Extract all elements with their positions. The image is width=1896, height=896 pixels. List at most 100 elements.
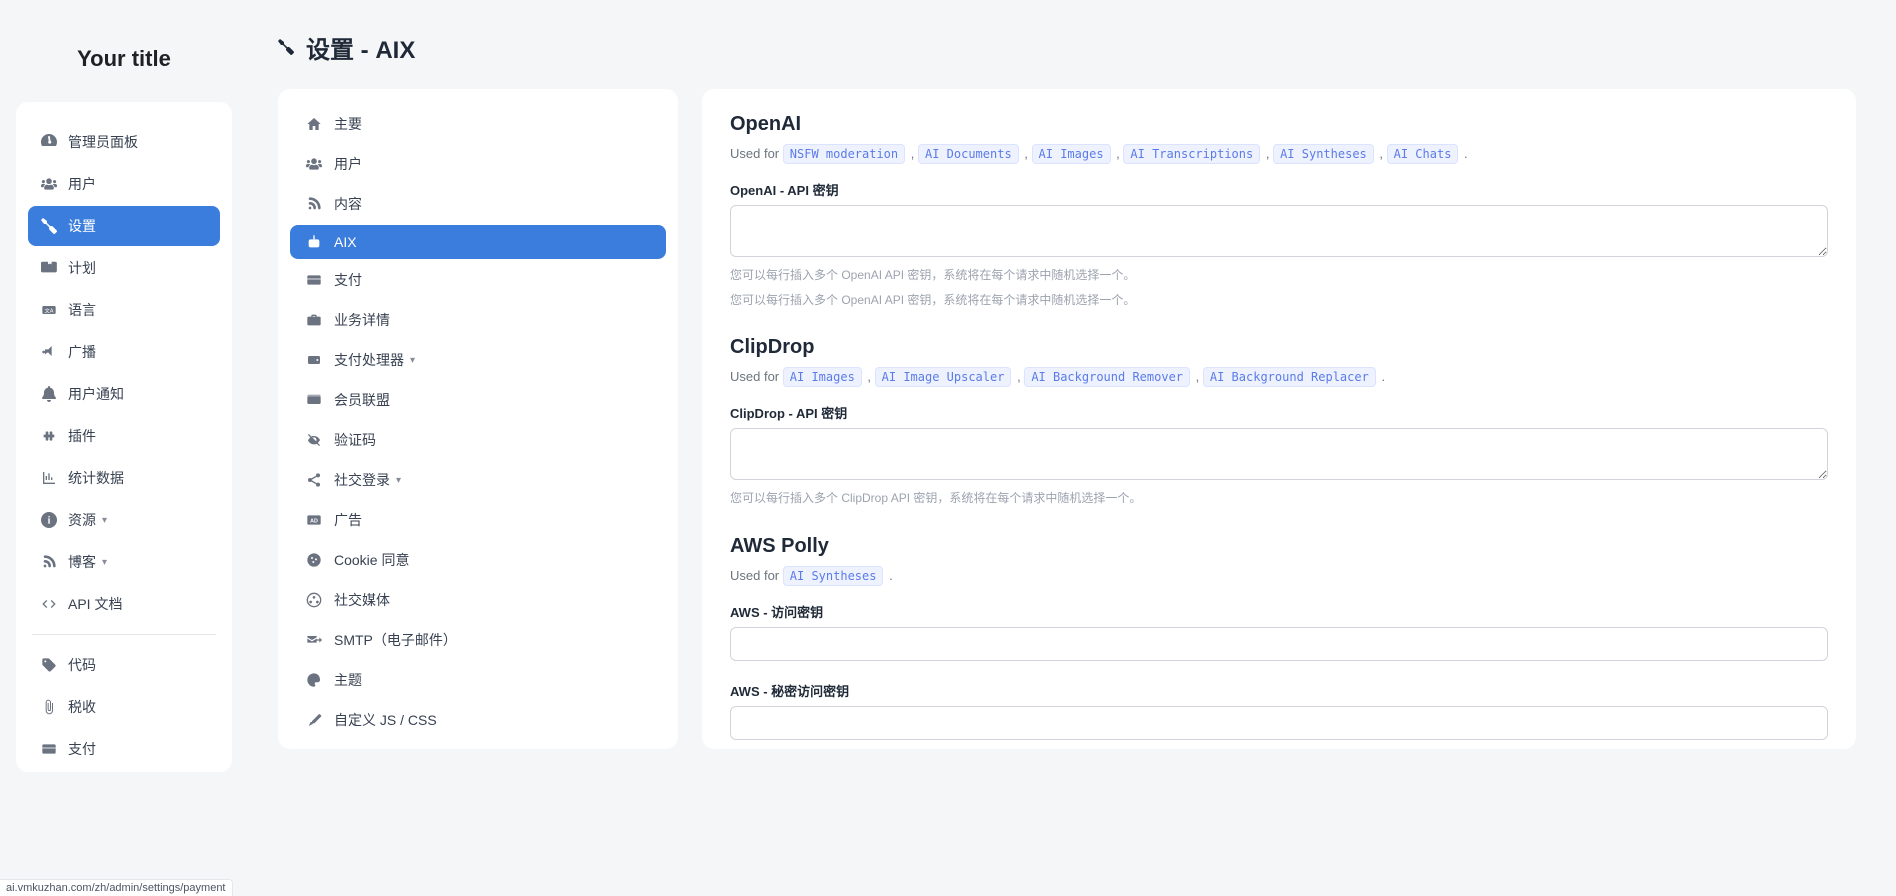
nav-label: SMTP（电子邮件） (334, 630, 457, 650)
feature-badge[interactable]: AI Documents (918, 144, 1019, 164)
sidebar-item-4[interactable]: 文A 语言 (28, 290, 220, 330)
feature-badge[interactable]: AI Image Upscaler (875, 367, 1012, 387)
plugin-icon (40, 428, 58, 444)
sidebar-item-0[interactable]: 管理员面板 (28, 122, 220, 162)
sidebar-item-1[interactable]: 用户 (28, 164, 220, 204)
sidebar-item-2[interactable]: 设置 (28, 206, 220, 246)
sidebar-item-13[interactable]: 代码 (28, 645, 220, 685)
feature-badge[interactable]: NSFW moderation (783, 144, 905, 164)
sidebar-item-11[interactable]: API 文档 (28, 584, 220, 624)
feature-badge[interactable]: AI Transcriptions (1123, 144, 1260, 164)
settings-item-8[interactable]: 验证码 (290, 421, 666, 459)
tag-icon (40, 657, 58, 673)
nav-label: 用户通知 (68, 384, 124, 404)
nav-label: 语言 (68, 300, 96, 320)
sidebar-item-5[interactable]: 广播 (28, 332, 220, 372)
sidebar-item-8[interactable]: 统计数据 (28, 458, 220, 498)
settings-item-12[interactable]: 社交媒体 (290, 581, 666, 619)
browser-url-preview: ai.vmkuzhan.com/zh/admin/settings/paymen… (0, 879, 233, 896)
card-icon (40, 741, 58, 757)
sidebar-item-15[interactable]: 支付 (28, 729, 220, 769)
social-icon (304, 592, 324, 608)
svg-text:i: i (48, 515, 51, 526)
brush-icon (304, 712, 324, 728)
settings-item-5[interactable]: 业务详情 (290, 301, 666, 339)
feature-badge[interactable]: AI Chats (1387, 144, 1459, 164)
nav-label: 会员联盟 (334, 390, 390, 410)
nav-label: Cookie 同意 (334, 550, 409, 570)
aws-access-label: AWS - 访问密钥 (730, 602, 1828, 621)
openai-help-1: 您可以每行插入多个 OpenAI API 密钥，系统将在每个请求中随机选择一个。 (730, 266, 1828, 285)
nav-label: 广播 (68, 342, 96, 362)
nav-divider (32, 634, 216, 635)
nav-label: 设置 (68, 216, 96, 236)
aws-secret-label: AWS - 秘密访问密钥 (730, 681, 1828, 700)
sidebar-item-6[interactable]: 用户通知 (28, 374, 220, 414)
wallet2-icon (304, 392, 324, 408)
info-icon: i (40, 512, 58, 528)
sidebar-panel: 管理员面板用户设置计划文A 语言广播用户通知插件统计数据 i 资源 ▾ 博客▾ API 文档… (16, 102, 232, 772)
settings-nav: 主要用户内容 AIX 支付业务详情支付处理器▾ 会员联盟验证码社交登录▾ AD 广告 Coo… (278, 89, 678, 749)
briefcase-icon (304, 312, 324, 328)
users-icon (40, 176, 58, 192)
section-openai-title: OpenAI (730, 113, 1828, 136)
nav-label: 业务详情 (334, 310, 390, 330)
page-title: 设置 - AIX (306, 30, 415, 65)
settings-item-14[interactable]: 主题 (290, 661, 666, 699)
settings-item-0[interactable]: 主要 (290, 105, 666, 143)
share-icon (304, 472, 324, 488)
settings-item-2[interactable]: 内容 (290, 185, 666, 223)
section-clipdrop-title: ClipDrop (730, 336, 1828, 359)
nav-label: 资源 (68, 510, 96, 530)
badge-icon (40, 260, 58, 276)
bell-icon (40, 386, 58, 402)
nav-label: 广告 (334, 510, 362, 530)
feature-badge[interactable]: AI Images (1032, 144, 1111, 164)
sidebar-item-9[interactable]: i 资源 ▾ (28, 500, 220, 540)
sidebar-item-3[interactable]: 计划 (28, 248, 220, 288)
sidebar-item-10[interactable]: 博客▾ (28, 542, 220, 582)
settings-item-10[interactable]: AD 广告 (290, 501, 666, 539)
palette-icon (304, 672, 324, 688)
nav-label: 验证码 (334, 430, 376, 450)
sidebar-item-14[interactable]: 税收 (28, 687, 220, 727)
settings-item-3[interactable]: AIX (290, 225, 666, 259)
clipdrop-api-key-input[interactable] (730, 428, 1828, 480)
nav-label: AIX (334, 234, 357, 250)
settings-item-4[interactable]: 支付 (290, 261, 666, 299)
settings-item-11[interactable]: Cookie 同意 (290, 541, 666, 579)
openai-used-for: Used for NSFW moderation , AI Documents … (730, 144, 1828, 166)
aws-secret-key-input[interactable] (730, 706, 1828, 740)
settings-item-13[interactable]: SMTP（电子邮件） (290, 621, 666, 659)
settings-item-6[interactable]: 支付处理器▾ (290, 341, 666, 379)
feature-badge[interactable]: AI Syntheses (1273, 144, 1374, 164)
feature-badge[interactable]: AI Syntheses (783, 566, 884, 586)
settings-item-1[interactable]: 用户 (290, 145, 666, 183)
settings-item-7[interactable]: 会员联盟 (290, 381, 666, 419)
feature-badge[interactable]: AI Background Replacer (1203, 367, 1376, 387)
nav-label: 主要 (334, 114, 362, 134)
settings-item-16[interactable]: 公告 (290, 741, 666, 749)
cookie-icon (304, 552, 324, 568)
robot-icon (304, 234, 324, 250)
code-icon (40, 596, 58, 612)
aws-access-key-input[interactable] (730, 627, 1828, 661)
openai-api-key-input[interactable] (730, 205, 1828, 257)
chart-icon (40, 470, 58, 486)
settings-item-9[interactable]: 社交登录▾ (290, 461, 666, 499)
lang-icon: 文A (40, 302, 58, 318)
site-title: Your title (16, 20, 232, 102)
nav-label: API 文档 (68, 594, 122, 614)
settings-item-15[interactable]: 自定义 JS / CSS (290, 701, 666, 739)
nav-label: 代码 (68, 655, 96, 675)
broadcast-icon (40, 344, 58, 360)
caret-down-icon: ▾ (102, 515, 107, 526)
nav-label: 支付处理器 (334, 350, 404, 370)
settings-body[interactable]: OpenAI Used for NSFW moderation , AI Doc… (702, 89, 1856, 749)
section-aws-title: AWS Polly (730, 535, 1828, 558)
feature-badge[interactable]: AI Background Remover (1024, 367, 1190, 387)
nav-label: 插件 (68, 426, 96, 446)
sidebar-item-7[interactable]: 插件 (28, 416, 220, 456)
ad-icon: AD (304, 512, 324, 528)
feature-badge[interactable]: AI Images (783, 367, 862, 387)
